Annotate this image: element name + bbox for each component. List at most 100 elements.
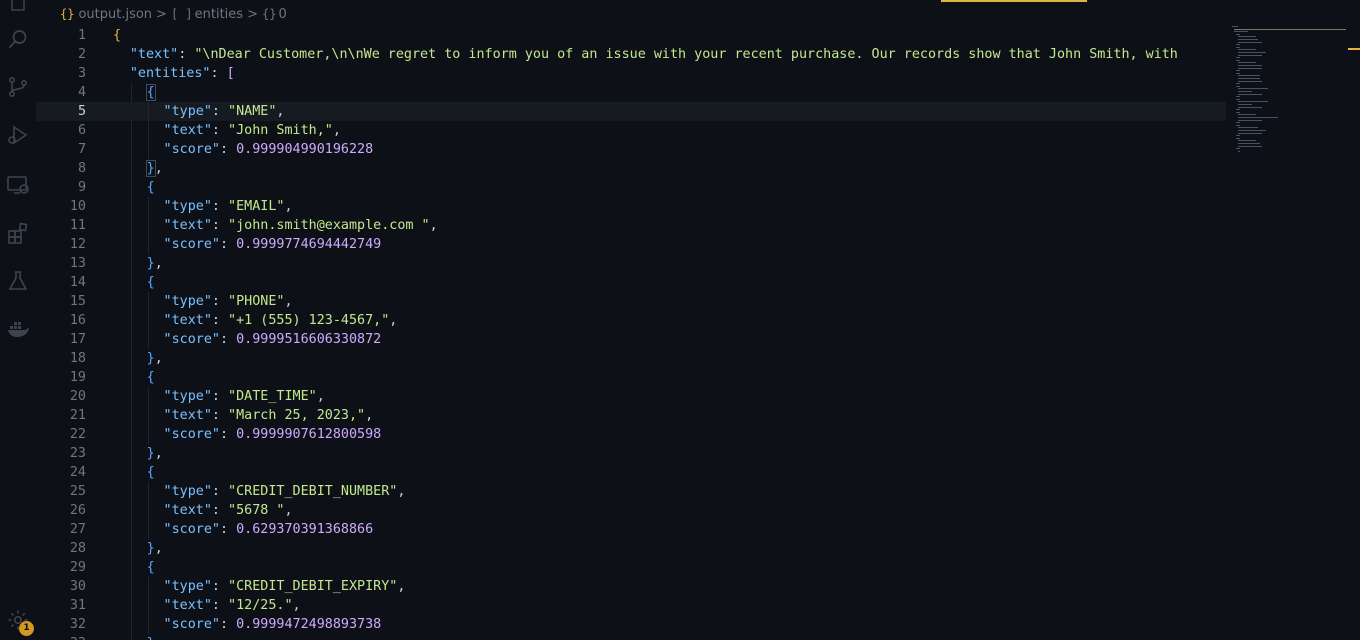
open-bracket: {: [146, 275, 155, 290]
line-number: 30: [69, 579, 86, 594]
code-line[interactable]: 12 "score": 0.9999774694442749: [36, 235, 1226, 254]
code-content: "type": "DATE_TIME",: [164, 387, 325, 406]
code-line[interactable]: 33},: [36, 634, 1226, 640]
code-content: "score": 0.999904990196228: [164, 140, 374, 159]
code-line[interactable]: 6 "text": "John Smith,",: [36, 121, 1226, 140]
code-line[interactable]: 29 {: [36, 558, 1226, 577]
code-content: {: [147, 273, 155, 292]
code-line[interactable]: 22 "score": 0.9999907612800598: [36, 425, 1226, 444]
colon: :: [211, 104, 229, 119]
extensions-icon[interactable]: [5, 220, 31, 246]
line-number: 23: [69, 446, 86, 461]
minimap-line: [1238, 145, 1262, 147]
minimap-line: [1238, 114, 1256, 116]
files-icon[interactable]: [5, 0, 31, 14]
minimap-line: [1234, 28, 1346, 30]
source-control-icon[interactable]: [5, 74, 31, 100]
minimap-line: [1238, 54, 1262, 56]
breadcrumb-file[interactable]: output.json: [78, 7, 152, 22]
comma: ,: [316, 389, 325, 404]
minimap-line: [1238, 140, 1256, 142]
line-number: 31: [69, 598, 86, 613]
code-line[interactable]: 17 "score": 0.9999516606330872: [36, 330, 1226, 349]
code-line[interactable]: 7 "score": 0.999904990196228: [36, 140, 1226, 159]
code-line[interactable]: 2 "text": "\nDear Customer,\n\nWe regret …: [36, 45, 1226, 64]
code-line[interactable]: 30 "type": "CREDIT_DEBIT_EXPIRY",: [36, 577, 1226, 596]
json-number-value: 0.9999774694442749: [236, 237, 382, 252]
code-line[interactable]: 14 {: [36, 273, 1226, 292]
json-number-value: 0.629370391368866: [236, 522, 374, 537]
code-line[interactable]: 31 "text": "12/25.",: [36, 596, 1226, 615]
code-line[interactable]: 25 "type": "CREDIT_DEBIT_NUMBER",: [36, 482, 1226, 501]
open-bracket: {: [146, 370, 155, 385]
vscode-window: 1 {} output.json > [ ] entities > {} 0 1…: [0, 0, 1360, 640]
line-number: 21: [69, 408, 86, 423]
minimap-line: [1236, 44, 1240, 46]
code-line[interactable]: 20 "type": "DATE_TIME",: [36, 387, 1226, 406]
minimap-line: [1238, 39, 1258, 40]
code-line[interactable]: 8},: [36, 159, 1226, 178]
open-bracket: {: [146, 465, 155, 480]
minimap-line: [1238, 150, 1240, 152]
code-line[interactable]: 9{: [36, 178, 1226, 197]
breadcrumb-entities[interactable]: entities: [195, 7, 243, 22]
minimap[interactable]: [1232, 26, 1350, 156]
code-content: "type": "EMAIL",: [164, 197, 293, 216]
json-key: "text": [163, 598, 212, 613]
code-line[interactable]: 10 "type": "EMAIL",: [36, 197, 1226, 216]
comma: ,: [397, 484, 406, 499]
docker-icon[interactable]: [5, 316, 31, 342]
minimap-line: [1238, 106, 1262, 108]
code-line[interactable]: 16 "text": "+1 (555) 123-4567,",: [36, 311, 1226, 330]
code-line[interactable]: 21 "text": "March 25, 2023,",: [36, 406, 1226, 425]
colon: :: [219, 142, 237, 157]
line-number: 9: [77, 180, 86, 195]
minimap-line: [1236, 72, 1240, 74]
indent-guide: [147, 197, 149, 254]
json-string-value: "\nDear Customer,\n\nWe regret to inform…: [194, 47, 1178, 62]
code-line[interactable]: 18},: [36, 349, 1226, 368]
chevron-right-icon: >: [156, 6, 167, 22]
search-icon[interactable]: [5, 26, 31, 52]
colon: :: [219, 522, 237, 537]
code-line[interactable]: 28},: [36, 539, 1226, 558]
line-number: 1: [77, 28, 86, 43]
minimap-line: [1238, 80, 1262, 82]
code-content: "text": "\nDear Customer,\n\nWe regret t…: [130, 45, 1178, 64]
json-key: "score": [163, 237, 220, 252]
code-line[interactable]: 26 "text": "5678 ",: [36, 501, 1226, 520]
minimap-line: [1236, 148, 1240, 150]
code-editor[interactable]: 1{2 "text": "\nDear Customer,\n\nWe regre…: [36, 26, 1226, 640]
code-line[interactable]: 15 "type": "PHONE",: [36, 292, 1226, 311]
run-debug-icon[interactable]: [5, 122, 31, 148]
code-line[interactable]: 24 {: [36, 463, 1226, 482]
json-key: "type": [163, 579, 212, 594]
code-line[interactable]: 23},: [36, 444, 1226, 463]
code-line[interactable]: 19 {: [36, 368, 1226, 387]
code-line[interactable]: 11 "text": "john.smith@example.com ",: [36, 216, 1226, 235]
comma: ,: [154, 351, 163, 366]
line-number: 28: [69, 541, 86, 556]
minimap-line: [1236, 124, 1240, 126]
code-content: "text": "john.smith@example.com ",: [164, 216, 438, 235]
code-line[interactable]: 32 "score": 0.9999472498893738: [36, 615, 1226, 634]
open-bracket: {: [145, 84, 156, 101]
code-line[interactable]: 27 "score": 0.629370391368866: [36, 520, 1226, 539]
code-line[interactable]: 4{: [36, 83, 1226, 102]
testing-icon[interactable]: [5, 268, 31, 294]
remote-explorer-icon[interactable]: [5, 172, 31, 198]
line-number: 8: [77, 161, 86, 176]
json-key: "text": [163, 313, 212, 328]
code-line[interactable]: 13},: [36, 254, 1226, 273]
code-line[interactable]: 1{: [36, 26, 1226, 45]
code-content: "text": "12/25.",: [164, 596, 301, 615]
code-line[interactable]: 3 "entities": [: [36, 64, 1226, 83]
code-content: "score": 0.629370391368866: [164, 520, 374, 539]
code-line[interactable]: 5 "type": "NAME",: [36, 102, 1226, 121]
code-content: "score": 0.9999472498893738: [164, 615, 382, 634]
colon: :: [178, 47, 195, 62]
line-number: 13: [69, 256, 86, 271]
breadcrumb-index[interactable]: 0: [278, 7, 286, 22]
line-number: 27: [69, 522, 86, 537]
close-bracket: }: [145, 160, 156, 177]
